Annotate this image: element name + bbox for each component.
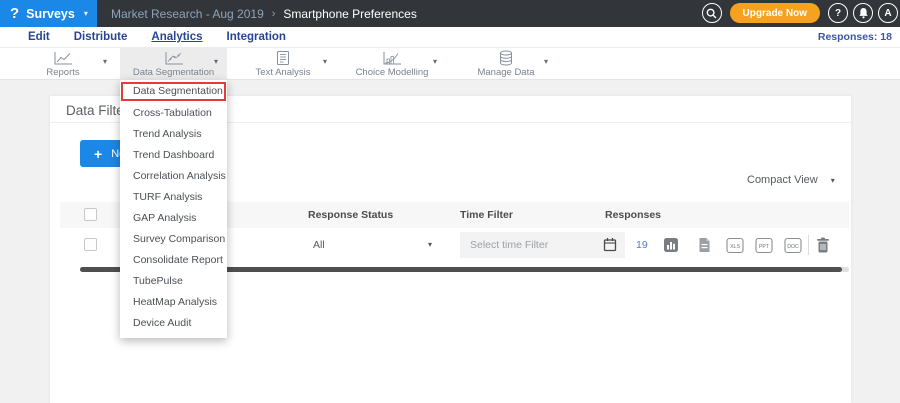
toolbar-label: Manage Data: [477, 67, 534, 78]
response-status-chevron-down-icon[interactable]: ▾: [428, 240, 432, 249]
chevron-down-icon: ▾: [84, 9, 88, 18]
search-button[interactable]: [702, 3, 722, 23]
toolbar-item-choice-modelling[interactable]: Choice Modelling: [352, 48, 432, 80]
search-icon: [706, 8, 717, 19]
upgrade-now-button[interactable]: Upgrade Now: [730, 3, 820, 23]
toolbar-label: Reports: [46, 67, 79, 78]
breadcrumb-survey-name[interactable]: Market Research - Aug 2019: [111, 7, 264, 21]
select-all-checkbox[interactable]: [84, 208, 97, 221]
breadcrumb-current-page: Smartphone Preferences: [283, 7, 416, 21]
menu-item-device-audit[interactable]: Device Audit: [120, 313, 227, 334]
manage-data-chevron-down-icon[interactable]: ▾: [544, 57, 548, 66]
word-export-icon[interactable]: DOC: [784, 237, 803, 259]
compact-view-label: Compact View: [747, 174, 818, 186]
scatter-chart-icon: [163, 51, 185, 66]
menu-item-consolidate-report[interactable]: Consolidate Report: [120, 250, 227, 271]
menu-item-gap-analysis[interactable]: GAP Analysis: [120, 208, 227, 229]
breadcrumb-separator: ›: [272, 8, 276, 20]
nav-item-analytics[interactable]: Analytics: [151, 31, 202, 43]
column-responses: Responses: [605, 202, 661, 228]
toolbar-item-text-analysis[interactable]: Text Analysis: [248, 48, 318, 80]
chevron-down-icon: ▾: [831, 176, 835, 185]
responses-count-link[interactable]: 19: [636, 239, 648, 251]
document-icon: [275, 50, 291, 66]
reports-chevron-down-icon[interactable]: ▾: [103, 57, 107, 66]
toolbar-label: Data Segmentation: [133, 67, 214, 78]
menu-item-tubepulse[interactable]: TubePulse: [120, 271, 227, 292]
curve-chart-icon: [381, 51, 403, 66]
data-segmentation-menu: Data Segmentation Cross-Tabulation Trend…: [120, 80, 227, 338]
bell-icon: [858, 7, 869, 19]
help-button[interactable]: ?: [828, 3, 848, 23]
svg-text:XLS: XLS: [730, 244, 740, 250]
menu-item-heatmap-analysis[interactable]: HeatMap Analysis: [120, 292, 227, 313]
menu-item-trend-dashboard[interactable]: Trend Dashboard: [120, 145, 227, 166]
powerpoint-export-icon[interactable]: PPT: [755, 237, 774, 259]
calendar-icon[interactable]: [603, 237, 617, 257]
surveys-product-menu[interactable]: ? Surveys ▾: [0, 0, 97, 27]
topbar-actions: Upgrade Now ? A: [702, 3, 898, 23]
responses-count-badge: Responses: 18: [818, 31, 892, 43]
nav-item-edit[interactable]: Edit: [28, 31, 50, 43]
delete-filter-icon[interactable]: [816, 237, 830, 258]
toolbar-label: Choice Modelling: [356, 67, 429, 78]
product-name: Surveys: [26, 7, 75, 21]
nav-item-distribute[interactable]: Distribute: [74, 31, 128, 43]
plus-icon: +: [94, 147, 102, 161]
menu-item-data-segmentation[interactable]: Data Segmentation: [121, 82, 226, 101]
menu-item-trend-analysis[interactable]: Trend Analysis: [120, 124, 227, 145]
database-icon: [498, 50, 514, 66]
menu-item-cross-tabulation[interactable]: Cross-Tabulation: [120, 103, 227, 124]
notifications-button[interactable]: [853, 3, 873, 23]
svg-text:DOC: DOC: [787, 244, 799, 250]
toolbar-item-data-segmentation[interactable]: Data Segmentation ▾: [120, 48, 227, 80]
excel-export-icon[interactable]: XLS: [726, 237, 745, 259]
response-status-select[interactable]: All: [313, 239, 325, 251]
menu-item-correlation-analysis[interactable]: Correlation Analysis: [120, 166, 227, 187]
question-mark-icon: ?: [835, 8, 841, 19]
menu-item-turf-analysis[interactable]: TURF Analysis: [120, 187, 227, 208]
nav-item-integration[interactable]: Integration: [227, 31, 286, 43]
menu-item-survey-comparison[interactable]: Survey Comparison: [120, 229, 227, 250]
row-checkbox[interactable]: [84, 238, 97, 251]
toolbar-label: Text Analysis: [256, 67, 311, 78]
svg-text:PPT: PPT: [759, 244, 770, 250]
avatar-initial: A: [884, 8, 891, 19]
document-export-icon[interactable]: [698, 237, 711, 258]
column-time-filter: Time Filter: [460, 202, 513, 228]
text-analysis-chevron-down-icon[interactable]: ▾: [323, 57, 327, 66]
choice-modelling-chevron-down-icon[interactable]: ▾: [433, 57, 437, 66]
column-response-status: Response Status: [308, 202, 393, 228]
dashboard-report-icon[interactable]: [663, 237, 679, 258]
toolbar-item-manage-data[interactable]: Manage Data: [470, 48, 542, 80]
breadcrumb: Market Research - Aug 2019 › Smartphone …: [111, 7, 417, 21]
analytics-toolbar: Reports ▾ Data Segmentation ▾ Text Analy…: [0, 48, 900, 80]
data-segmentation-chevron-down-icon[interactable]: ▾: [214, 57, 218, 66]
toolbar-item-reports[interactable]: Reports: [28, 48, 98, 80]
questionpro-logo-icon: ?: [10, 6, 19, 21]
line-chart-icon: [52, 51, 74, 66]
compact-view-toggle[interactable]: Compact View ▾: [747, 174, 835, 186]
time-filter-input[interactable]: [460, 232, 625, 258]
account-avatar[interactable]: A: [878, 3, 898, 23]
survey-section-nav: Edit Distribute Analytics Integration Re…: [0, 27, 900, 48]
top-navbar: ? Surveys ▾ Market Research - Aug 2019 ›…: [0, 0, 900, 27]
icon-group-divider: [808, 235, 809, 255]
